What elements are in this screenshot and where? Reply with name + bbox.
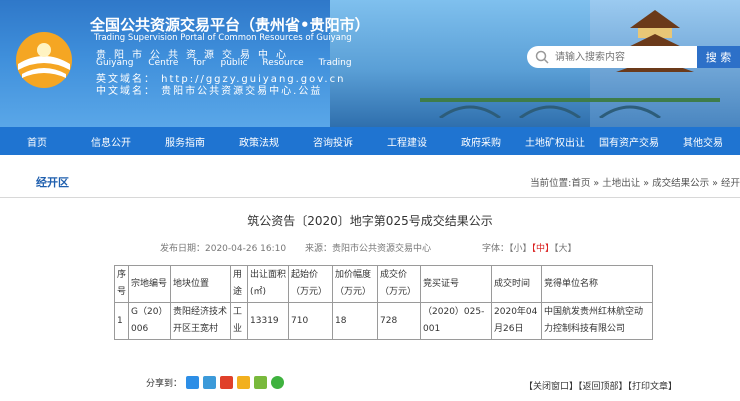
table-cell: 13319 <box>247 302 290 340</box>
article-meta: 发布日期：2020-04-26 16:10 来源：贵阳市公共资源交易中心 字体：… <box>0 237 740 257</box>
org-name-en: Guiyang Centre for public Resource Tradi… <box>96 58 352 68</box>
share-plus-icon[interactable] <box>186 376 200 389</box>
nav-item-policy[interactable]: 政策法规 <box>222 134 296 149</box>
header-cell: 起始价（万元） <box>288 265 334 303</box>
font-size-switch: 字体：【小】【中】【大】 <box>482 241 577 254</box>
table-cell: 728 <box>377 302 422 340</box>
back-to-top-link[interactable]: 【返回顶部】 <box>578 382 628 392</box>
breadcrumb-sep: » <box>709 178 721 189</box>
table-cell: 18 <box>332 302 379 340</box>
breadcrumb-sep: » <box>590 178 603 189</box>
breadcrumb-home[interactable]: 首页 <box>571 178 590 189</box>
share-qzone-icon[interactable] <box>203 376 217 389</box>
breadcrumb: 当前位置:首页 » 土地出让 » 成交结果公示 » 经开 <box>530 175 740 189</box>
share-bar: 分享到： <box>146 376 285 389</box>
search-button[interactable]: 搜 索 <box>697 46 740 68</box>
header-cell: 用途 <box>230 265 249 303</box>
header-cell: 竞得单位名称 <box>541 265 654 303</box>
font-small-button[interactable]: 【小】 <box>509 244 532 254</box>
breadcrumb-bar: 经开区 当前位置:首页 » 土地出让 » 成交结果公示 » 经开 <box>0 167 740 198</box>
table-cell: 710 <box>288 302 334 340</box>
site-title-en: Trading Supervision Portal of Common Res… <box>94 33 352 43</box>
header-cell: 序号 <box>113 265 130 303</box>
table-cell: 中国航发贵州红林航空动力控制科技有限公司 <box>541 302 654 340</box>
result-table: 序号 宗地编号 地块位置 用途 出让面积(㎡) 起始价（万元） 加价幅度（万元）… <box>113 265 654 340</box>
nav-item-construction[interactable]: 工程建设 <box>370 134 444 149</box>
share-douban-icon[interactable] <box>254 376 268 389</box>
search-icon <box>535 50 549 64</box>
table-header-row: 序号 宗地编号 地块位置 用途 出让面积(㎡) 起始价（万元） 加价幅度（万元）… <box>113 265 654 303</box>
nav-item-consult[interactable]: 咨询投诉 <box>296 134 370 149</box>
platform-logo-icon <box>16 32 72 88</box>
bridge-icon <box>420 98 720 118</box>
table-cell: （2020）025-001 <box>420 302 493 340</box>
table-cell: 工业 <box>230 302 249 340</box>
article-source: 来源：贵阳市公共资源交易中心 <box>305 244 432 254</box>
nav-item-other[interactable]: 其他交易 <box>666 134 740 149</box>
nav-item-assets[interactable]: 国有资产交易 <box>592 134 666 149</box>
breadcrumb-zone[interactable]: 经开 <box>721 178 740 189</box>
close-window-link[interactable]: 【关闭窗口】 <box>524 382 578 392</box>
nav-item-guide[interactable]: 服务指南 <box>148 134 222 149</box>
font-mid-button[interactable]: 【中】 <box>532 244 555 254</box>
share-label: 分享到： <box>146 379 183 389</box>
nav-item-info[interactable]: 信息公开 <box>74 134 148 149</box>
nav-item-home[interactable]: 首页 <box>0 134 74 149</box>
table-cell: 贵阳经济技术开区王宽村 <box>170 302 232 340</box>
zone-label: 经开区 <box>36 176 69 189</box>
table-cell: G（20）006 <box>128 302 172 340</box>
header-cell: 成交时间 <box>491 265 543 303</box>
font-label: 字体： <box>482 244 510 254</box>
header-cell: 出让面积(㎡) <box>247 265 290 303</box>
header-cell: 竞买证号 <box>420 265 493 303</box>
nav-item-land[interactable]: 土地矿权出让 <box>518 134 592 149</box>
header-cell: 宗地编号 <box>128 265 172 303</box>
article-title: 筑公资告〔2020〕地字第025号成交结果公示 <box>247 214 493 228</box>
bottom-links: 【关闭窗口】【返回顶部】【打印文章】 <box>524 379 677 392</box>
nav-item-procurement[interactable]: 政府采购 <box>444 134 518 149</box>
breadcrumb-prefix: 当前位置: <box>530 178 572 189</box>
breadcrumb-sep: » <box>640 178 653 189</box>
share-wechat-icon[interactable] <box>271 376 285 389</box>
print-article-link[interactable]: 【打印文章】 <box>628 382 678 392</box>
site-header: 全国公共资源交易平台（贵州省•贵阳市） Trading Supervision … <box>0 0 740 127</box>
breadcrumb-land[interactable]: 土地出让 <box>602 178 640 189</box>
publish-date: 发布日期：2020-04-26 16:10 <box>160 244 287 254</box>
table-cell: 1 <box>113 302 130 340</box>
header-cell: 成交价（万元） <box>377 265 422 303</box>
header-cell: 地块位置 <box>170 265 232 303</box>
search-box <box>527 46 697 68</box>
share-star-icon[interactable] <box>237 376 251 389</box>
domain-cn: 中文域名： 贵阳市公共资源交易中心.公益 <box>96 86 323 97</box>
breadcrumb-results[interactable]: 成交结果公示 <box>652 178 709 189</box>
header-cell: 加价幅度（万元） <box>332 265 379 303</box>
font-large-button[interactable]: 【大】 <box>554 244 577 254</box>
table-row: 1 G（20）006 贵阳经济技术开区王宽村 工业 13319 710 18 7… <box>113 302 654 340</box>
share-weibo-icon[interactable] <box>220 376 234 389</box>
search-input[interactable] <box>553 50 697 64</box>
main-nav: 首页 信息公开 服务指南 政策法规 咨询投诉 工程建设 政府采购 土地矿权出让 … <box>0 127 740 155</box>
table-cell: 2020年04月26日 <box>491 302 543 340</box>
site-title: 全国公共资源交易平台（贵州省•贵阳市） <box>90 16 370 34</box>
